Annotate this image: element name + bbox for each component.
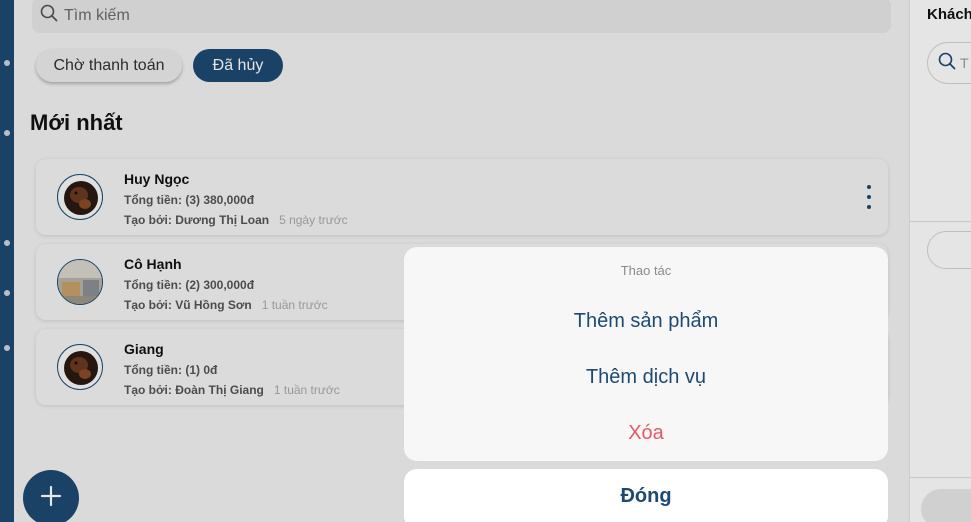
delete-button[interactable]: Xóa bbox=[404, 422, 888, 445]
add-product-button[interactable]: Thêm sản phẩm bbox=[404, 310, 888, 333]
add-service-button[interactable]: Thêm dịch vụ bbox=[404, 366, 888, 389]
action-sheet-title: Thao tác bbox=[620, 263, 672, 278]
close-button[interactable]: Đóng bbox=[404, 469, 888, 522]
action-sheet: Thao tác Thêm sản phẩm Thêm dịch vụ Xóa bbox=[404, 247, 888, 461]
